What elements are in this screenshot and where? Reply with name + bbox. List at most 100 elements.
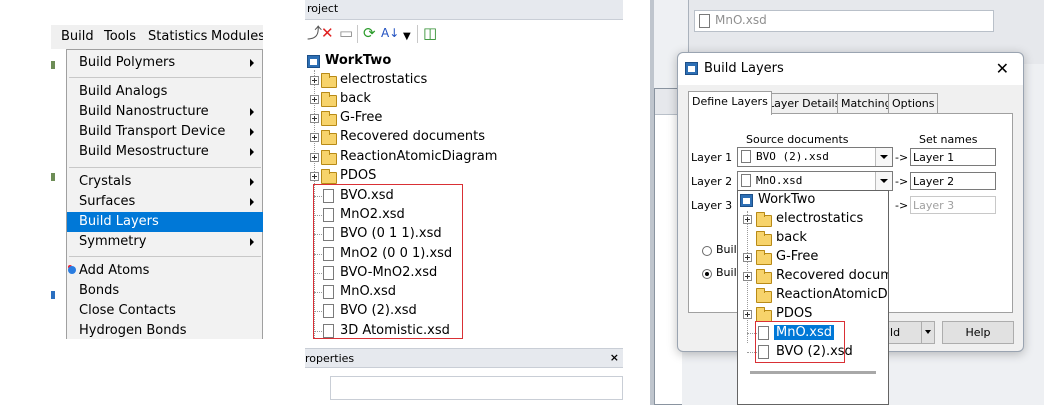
tree-folder-label: Recovered documents	[340, 129, 486, 144]
menu-item-label: Build Mesostructure	[79, 144, 209, 159]
layer-1-set-name[interactable]: Layer 1	[910, 148, 996, 166]
folder-icon	[756, 288, 772, 303]
close-icon[interactable]: ×	[610, 351, 619, 364]
folder-icon	[321, 111, 337, 126]
properties-title: roperties	[305, 352, 355, 365]
project-title-bar: roject ··	[305, 0, 623, 20]
menu-item-label: Bonds	[79, 283, 120, 298]
expand-icon[interactable]	[743, 253, 752, 262]
menu-item-build-analogs[interactable]: Build Analogs	[67, 82, 263, 102]
expand-icon[interactable]	[310, 114, 319, 123]
menu-item-symmetry[interactable]: Symmetry	[67, 232, 263, 252]
menu-separator	[69, 77, 261, 78]
dropdown-folder-label: ReactionAtomicDiag	[776, 287, 888, 302]
expand-icon[interactable]	[310, 153, 319, 162]
layer-3-set-name[interactable]: Layer 3	[910, 196, 996, 214]
source-document-dropdown: WorkTwo electrostatics back G-Free Recov…	[737, 190, 889, 405]
dropdown-icon[interactable]: ▼	[403, 28, 411, 45]
chevron-down-icon[interactable]	[875, 148, 892, 166]
dropdown-folder-label: G-Free	[776, 249, 819, 264]
menu-item-bonds[interactable]: Bonds	[67, 281, 263, 301]
folder-icon	[756, 212, 772, 227]
folder-icon	[756, 269, 772, 284]
dropdown-folder-label: PDOS	[776, 306, 813, 321]
menu-item-build-mesostructure[interactable]: Build Mesostructure	[67, 142, 263, 162]
build-radio-1[interactable]	[702, 246, 712, 256]
submenu-arrow-icon	[250, 178, 254, 186]
tab-layer-details[interactable]: Layer Details	[764, 93, 845, 114]
menu-item-label: Build Layers	[79, 214, 159, 229]
project-icon	[740, 194, 753, 207]
expand-icon[interactable]	[743, 310, 752, 319]
tab-define-layers[interactable]: Define Layers	[688, 91, 772, 115]
dropdown-folder-label: back	[776, 230, 807, 245]
build-dropdown-menu: Build Polymers Build Analogs Build Nanos…	[66, 49, 263, 339]
chevron-down-icon[interactable]	[875, 172, 892, 190]
properties-title-bar: roperties ×	[305, 348, 623, 368]
tree-folder-label: G-Free	[340, 110, 383, 125]
menu-item-crystals[interactable]: Crystals	[67, 172, 263, 192]
dialog-title-bar: Build Layers ✕	[678, 53, 1023, 85]
expand-icon[interactable]	[310, 95, 319, 104]
book-icon[interactable]: ◫	[423, 25, 437, 42]
expand-icon[interactable]	[310, 76, 319, 85]
set-names-header: Set names	[919, 133, 978, 146]
dialog-title: Build Layers	[704, 61, 784, 76]
menu-item-label: Build Polymers	[79, 55, 176, 70]
dropdown-folder-label: Recovered documer	[776, 268, 888, 283]
menu-item-hydrogen-bonds[interactable]: Hydrogen Bonds	[67, 321, 263, 339]
tree-folder-label: PDOS	[340, 168, 377, 183]
tab-matching[interactable]: Matching	[837, 93, 896, 114]
sort-icon[interactable]: A↓	[381, 25, 399, 42]
menu-build[interactable]: Build	[61, 29, 94, 44]
layer-2-source-combo[interactable]: MnO.xsd	[737, 171, 893, 191]
submenu-arrow-icon	[250, 128, 254, 136]
tree-folder-label: electrostatics	[340, 72, 428, 87]
toolbar-stub	[51, 61, 55, 69]
tab-options[interactable]: Options	[888, 93, 939, 114]
menu-item-build-transport-device[interactable]: Build Transport Device	[67, 122, 263, 142]
menu-item-label: Symmetry	[79, 234, 147, 249]
menu-modules[interactable]: Modules	[211, 29, 263, 44]
menu-item-label: Crystals	[79, 174, 132, 189]
expand-icon[interactable]	[743, 215, 752, 224]
document-tab[interactable]: MnO.xsd	[694, 10, 994, 32]
tree-folder-label: ReactionAtomicDiagram	[340, 149, 498, 164]
folder-icon	[321, 150, 337, 165]
document-tab-label: MnO.xsd	[715, 13, 767, 27]
delete-icon[interactable]: ✕	[321, 25, 334, 42]
properties-field[interactable]	[330, 376, 623, 400]
close-icon[interactable]: ✕	[996, 59, 1009, 78]
menu-tools[interactable]: Tools	[104, 29, 136, 44]
menu-item-label: Build Nanostructure	[79, 104, 209, 119]
menu-statistics[interactable]: Statistics	[148, 29, 207, 44]
highlight-box	[755, 321, 845, 363]
menu-item-label: Surfaces	[79, 194, 136, 209]
expand-icon[interactable]	[310, 133, 319, 142]
menu-item-build-layers[interactable]: Build Layers	[67, 212, 263, 232]
menu-separator	[69, 256, 261, 257]
chevron-down-icon	[925, 330, 931, 334]
new-icon[interactable]: ⤴	[307, 25, 322, 42]
expand-icon[interactable]	[310, 172, 319, 181]
layer-1-source-combo[interactable]: BVO (2).xsd	[737, 147, 893, 167]
panel-pin-icon[interactable]: ··	[307, 2, 623, 15]
build-radio-2[interactable]	[702, 269, 712, 279]
horizontal-scrollbar[interactable]	[750, 371, 876, 374]
menu-item-add-atoms[interactable]: Add Atoms	[67, 261, 263, 281]
menu-item-build-nanostructure[interactable]: Build Nanostructure	[67, 102, 263, 122]
menu-item-surfaces[interactable]: Surfaces	[67, 192, 263, 212]
help-button[interactable]: Help	[942, 321, 1014, 344]
new-folder-icon[interactable]: ▭	[339, 25, 353, 42]
menu-item-build-polymers[interactable]: Build Polymers	[67, 53, 263, 73]
menu-item-label: Build Transport Device	[79, 124, 226, 139]
build-split-dropdown[interactable]	[921, 321, 935, 344]
submenu-arrow-icon	[250, 198, 254, 206]
menu-item-close-contacts[interactable]: Close Contacts	[67, 301, 263, 321]
submenu-arrow-icon	[250, 59, 254, 67]
document-icon	[741, 150, 751, 163]
refresh-icon[interactable]: ⟳	[363, 25, 376, 42]
layer-2-set-name[interactable]: Layer 2	[910, 172, 996, 190]
arrow-label: ->	[895, 175, 909, 188]
expand-icon[interactable]	[743, 272, 752, 281]
